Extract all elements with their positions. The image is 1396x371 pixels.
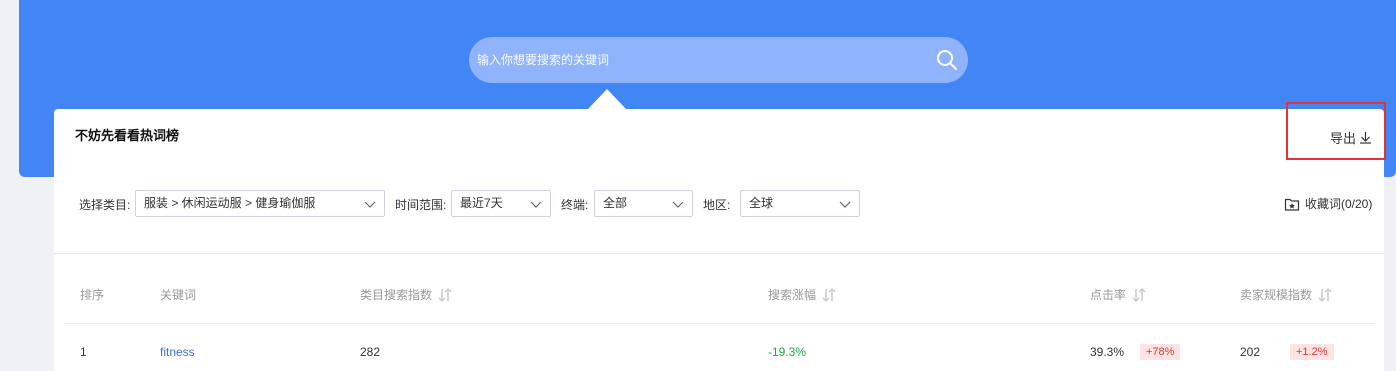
category-select-value: 服装 > 休闲运动服 > 健身瑜伽服 [144,196,316,210]
time-range-select[interactable]: 最近7天 [451,190,551,217]
row-ctr: 39.3% [1090,345,1125,359]
chevron-down-icon [672,201,684,208]
region-select[interactable]: 全球 [740,190,860,217]
row-category-index: 282 [360,345,381,359]
category-select[interactable]: 服装 > 休闲运动服 > 健身瑜伽服 [135,190,385,217]
header-category-index[interactable]: 类目搜索指数 [360,286,452,303]
category-label: 选择类目: [79,198,131,212]
filter-divider [54,253,1384,254]
row-ctr-change-badge: +78% [1140,344,1181,360]
header-keyword-label: 关键词 [160,288,197,302]
star-folder-icon [1284,198,1300,211]
region-label: 地区: [703,198,731,212]
row-growth: -19.3% [768,345,807,359]
table-header-divider [64,323,1375,324]
search-box[interactable] [469,37,968,83]
header-seller-index[interactable]: 卖家规模指数 [1240,286,1332,303]
sort-icon[interactable] [438,287,452,303]
time-range-label: 时间范围: [395,198,447,212]
header-ctr[interactable]: 点击率 [1090,286,1146,303]
row-rank: 1 [80,345,87,359]
header-growth-label: 搜索涨幅 [768,288,817,302]
sort-icon[interactable] [1318,287,1332,303]
row-keyword-link[interactable]: fitness [160,345,195,359]
header-ctr-label: 点击率 [1090,288,1127,302]
export-label: 导出 [1330,131,1357,146]
sort-icon[interactable] [822,287,836,303]
chevron-down-icon [530,201,542,208]
header-rank: 排序 [80,286,104,303]
download-arrow-icon [1360,132,1372,144]
hot-words-title: 不妨先看看热词榜 [75,128,180,143]
header-keyword: 关键词 [160,286,196,303]
header-rank-label: 排序 [80,288,105,302]
header-category-index-label: 类目搜索指数 [360,288,433,302]
device-select-value: 全部 [603,196,628,210]
card-pointer [588,89,626,109]
row-seller-change-badge: +1.2% [1290,344,1334,360]
collected-words-label: 收藏词(0/20) [1305,197,1373,211]
collected-words-button[interactable]: 收藏词(0/20) [1284,195,1372,212]
header-growth[interactable]: 搜索涨幅 [768,286,836,303]
search-icon[interactable] [936,49,958,71]
sort-icon[interactable] [1132,287,1146,303]
chevron-down-icon [364,201,376,208]
hot-words-card [54,109,1384,371]
region-select-value: 全球 [749,196,774,210]
export-button[interactable]: 导出 [1330,128,1372,147]
time-range-select-value: 最近7天 [460,196,503,210]
row-seller-index: 202 [1240,345,1261,359]
search-input[interactable] [477,37,917,83]
header-seller-index-label: 卖家规模指数 [1240,288,1313,302]
device-select[interactable]: 全部 [594,190,693,217]
chevron-down-icon [839,201,851,208]
device-label: 终端: [561,198,589,212]
